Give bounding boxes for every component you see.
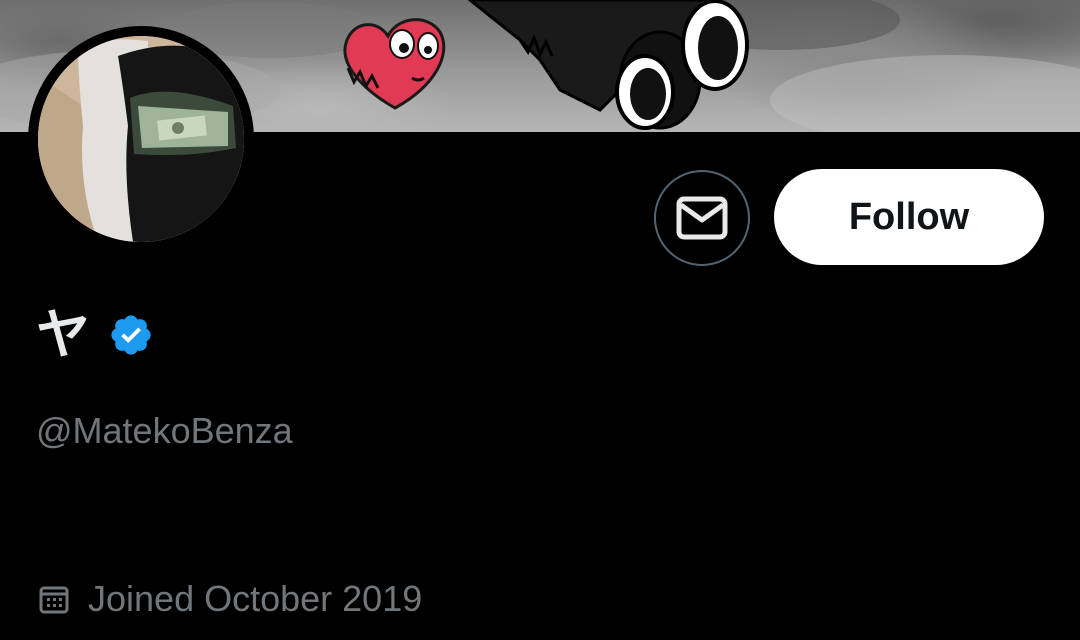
display-name: ヤ — [36, 303, 90, 366]
envelope-icon — [676, 196, 728, 240]
verified-badge-icon[interactable] — [108, 312, 154, 358]
joined-date-row: Joined October 2019 — [38, 576, 422, 622]
profile-name-row: ヤ — [36, 300, 154, 370]
message-button[interactable] — [654, 170, 750, 266]
follow-button-label: Follow — [848, 195, 970, 238]
follow-button[interactable]: Follow — [774, 169, 1044, 265]
calendar-icon — [39, 586, 69, 614]
joined-date: Joined October 2019 — [88, 578, 423, 619]
profile-handle: @MatekoBenza — [36, 410, 293, 451]
heart-character — [343, 18, 446, 110]
profile-page: Follow ヤ @MatekoBenza Joined October 201… — [0, 0, 1080, 640]
boots-illustration — [467, 0, 749, 130]
avatar-image — [38, 36, 244, 242]
profile-avatar[interactable] — [28, 26, 254, 252]
